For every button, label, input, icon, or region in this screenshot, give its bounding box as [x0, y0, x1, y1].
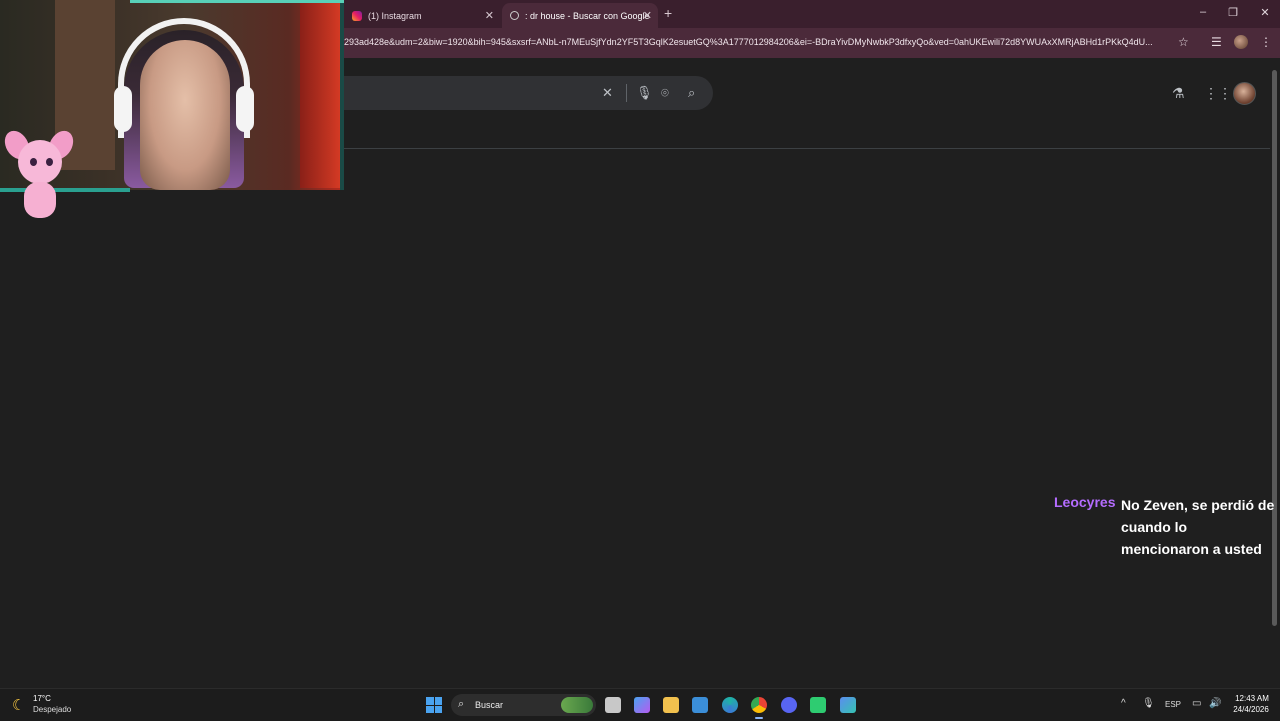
- tab-label: (1) Instagram: [368, 10, 422, 21]
- task-view-icon[interactable]: [605, 697, 621, 713]
- close-window-button[interactable]: ✕: [1256, 6, 1274, 19]
- menu-icon[interactable]: ⋮: [1260, 35, 1272, 49]
- search-icon: ⌕: [458, 698, 465, 710]
- minimize-button[interactable]: –: [1194, 6, 1212, 18]
- chat-message-line: cuando lo: [1121, 519, 1188, 535]
- camera-icon[interactable]: ⌾: [661, 85, 669, 101]
- chevron-up-icon[interactable]: ^: [1121, 698, 1126, 709]
- webcam-background-curtain: [300, 0, 340, 188]
- url-field[interactable]: 293ad428e&udm=2&biw=1920&bih=945&sxsrf=A…: [344, 37, 1170, 47]
- taskbar: ☾ 17°C Despejado ⌕ Buscar ^ 🎙 ESP ▭ 🔊 12…: [0, 688, 1280, 721]
- search-icon[interactable]: ⌕: [688, 85, 695, 101]
- store-icon[interactable]: [692, 697, 708, 713]
- tab-label: : dr house - Buscar con Google: [525, 10, 650, 21]
- discord-icon[interactable]: [781, 697, 797, 713]
- headphones: [118, 18, 250, 138]
- labs-flask-icon[interactable]: ⚗: [1172, 85, 1185, 102]
- new-tab-button[interactable]: +: [664, 5, 672, 21]
- mascot-eye: [30, 158, 37, 166]
- mic-icon[interactable]: 🎙: [636, 85, 653, 101]
- chat-message-line: mencionaron a usted: [1121, 541, 1262, 557]
- instagram-icon: [352, 10, 362, 21]
- mascot-body: [24, 182, 56, 218]
- taskbar-search[interactable]: ⌕ Buscar: [451, 694, 596, 716]
- close-tab-icon[interactable]: ✕: [485, 9, 494, 22]
- clock-time[interactable]: 12:43 AM: [1230, 694, 1274, 703]
- mascot-head: [18, 140, 62, 184]
- app-icon[interactable]: [840, 697, 856, 713]
- chat-message: No Zeven, se perdió de cuando lo mencion…: [1121, 494, 1276, 560]
- clock-date[interactable]: 24/4/2026: [1226, 705, 1276, 714]
- network-icon[interactable]: ▭: [1192, 698, 1201, 709]
- webcam-frame-top: [130, 0, 344, 3]
- chat-message-line: No Zeven, se perdió de: [1121, 497, 1275, 513]
- header-divider: [344, 148, 1270, 149]
- loading-icon: [510, 11, 519, 20]
- chrome-icon[interactable]: [751, 697, 767, 719]
- moon-icon[interactable]: ☾: [12, 696, 25, 714]
- close-tab-icon[interactable]: ✕: [643, 9, 652, 22]
- bookmark-star-icon[interactable]: ☆: [1178, 35, 1189, 49]
- streaming-app-icon[interactable]: [810, 697, 826, 713]
- volume-icon[interactable]: 🔊: [1209, 698, 1221, 709]
- edge-icon[interactable]: [722, 697, 738, 713]
- windows-start-icon[interactable]: [426, 697, 442, 713]
- account-avatar[interactable]: [1233, 82, 1256, 105]
- search-separator: [626, 84, 627, 102]
- profile-avatar[interactable]: [1234, 35, 1248, 49]
- tab-google-search[interactable]: : dr house - Buscar con Google ✕: [502, 3, 658, 28]
- maximize-button[interactable]: ❐: [1224, 6, 1242, 19]
- close-icon[interactable]: ✕: [602, 85, 613, 101]
- copilot-icon[interactable]: [634, 697, 650, 713]
- language-indicator[interactable]: ESP: [1165, 700, 1181, 709]
- search-highlight-image: [561, 697, 593, 713]
- headphone-earcup-right: [236, 86, 254, 132]
- apps-grid-icon[interactable]: ⋮⋮: [1204, 85, 1232, 102]
- chat-username: Leocyres: [1054, 494, 1116, 510]
- reading-list-icon[interactable]: ☰: [1211, 35, 1222, 49]
- weather-temperature[interactable]: 17°C: [33, 694, 51, 703]
- file-explorer-icon[interactable]: [663, 697, 679, 713]
- headphone-earcup-left: [114, 86, 132, 132]
- weather-condition[interactable]: Despejado: [33, 705, 71, 714]
- mic-icon[interactable]: 🎙: [1142, 698, 1155, 709]
- taskbar-search-label: Buscar: [475, 700, 504, 710]
- mascot-eye: [46, 158, 53, 166]
- tab-instagram[interactable]: (1) Instagram ✕: [344, 3, 500, 28]
- mascot-sticker: [0, 126, 79, 220]
